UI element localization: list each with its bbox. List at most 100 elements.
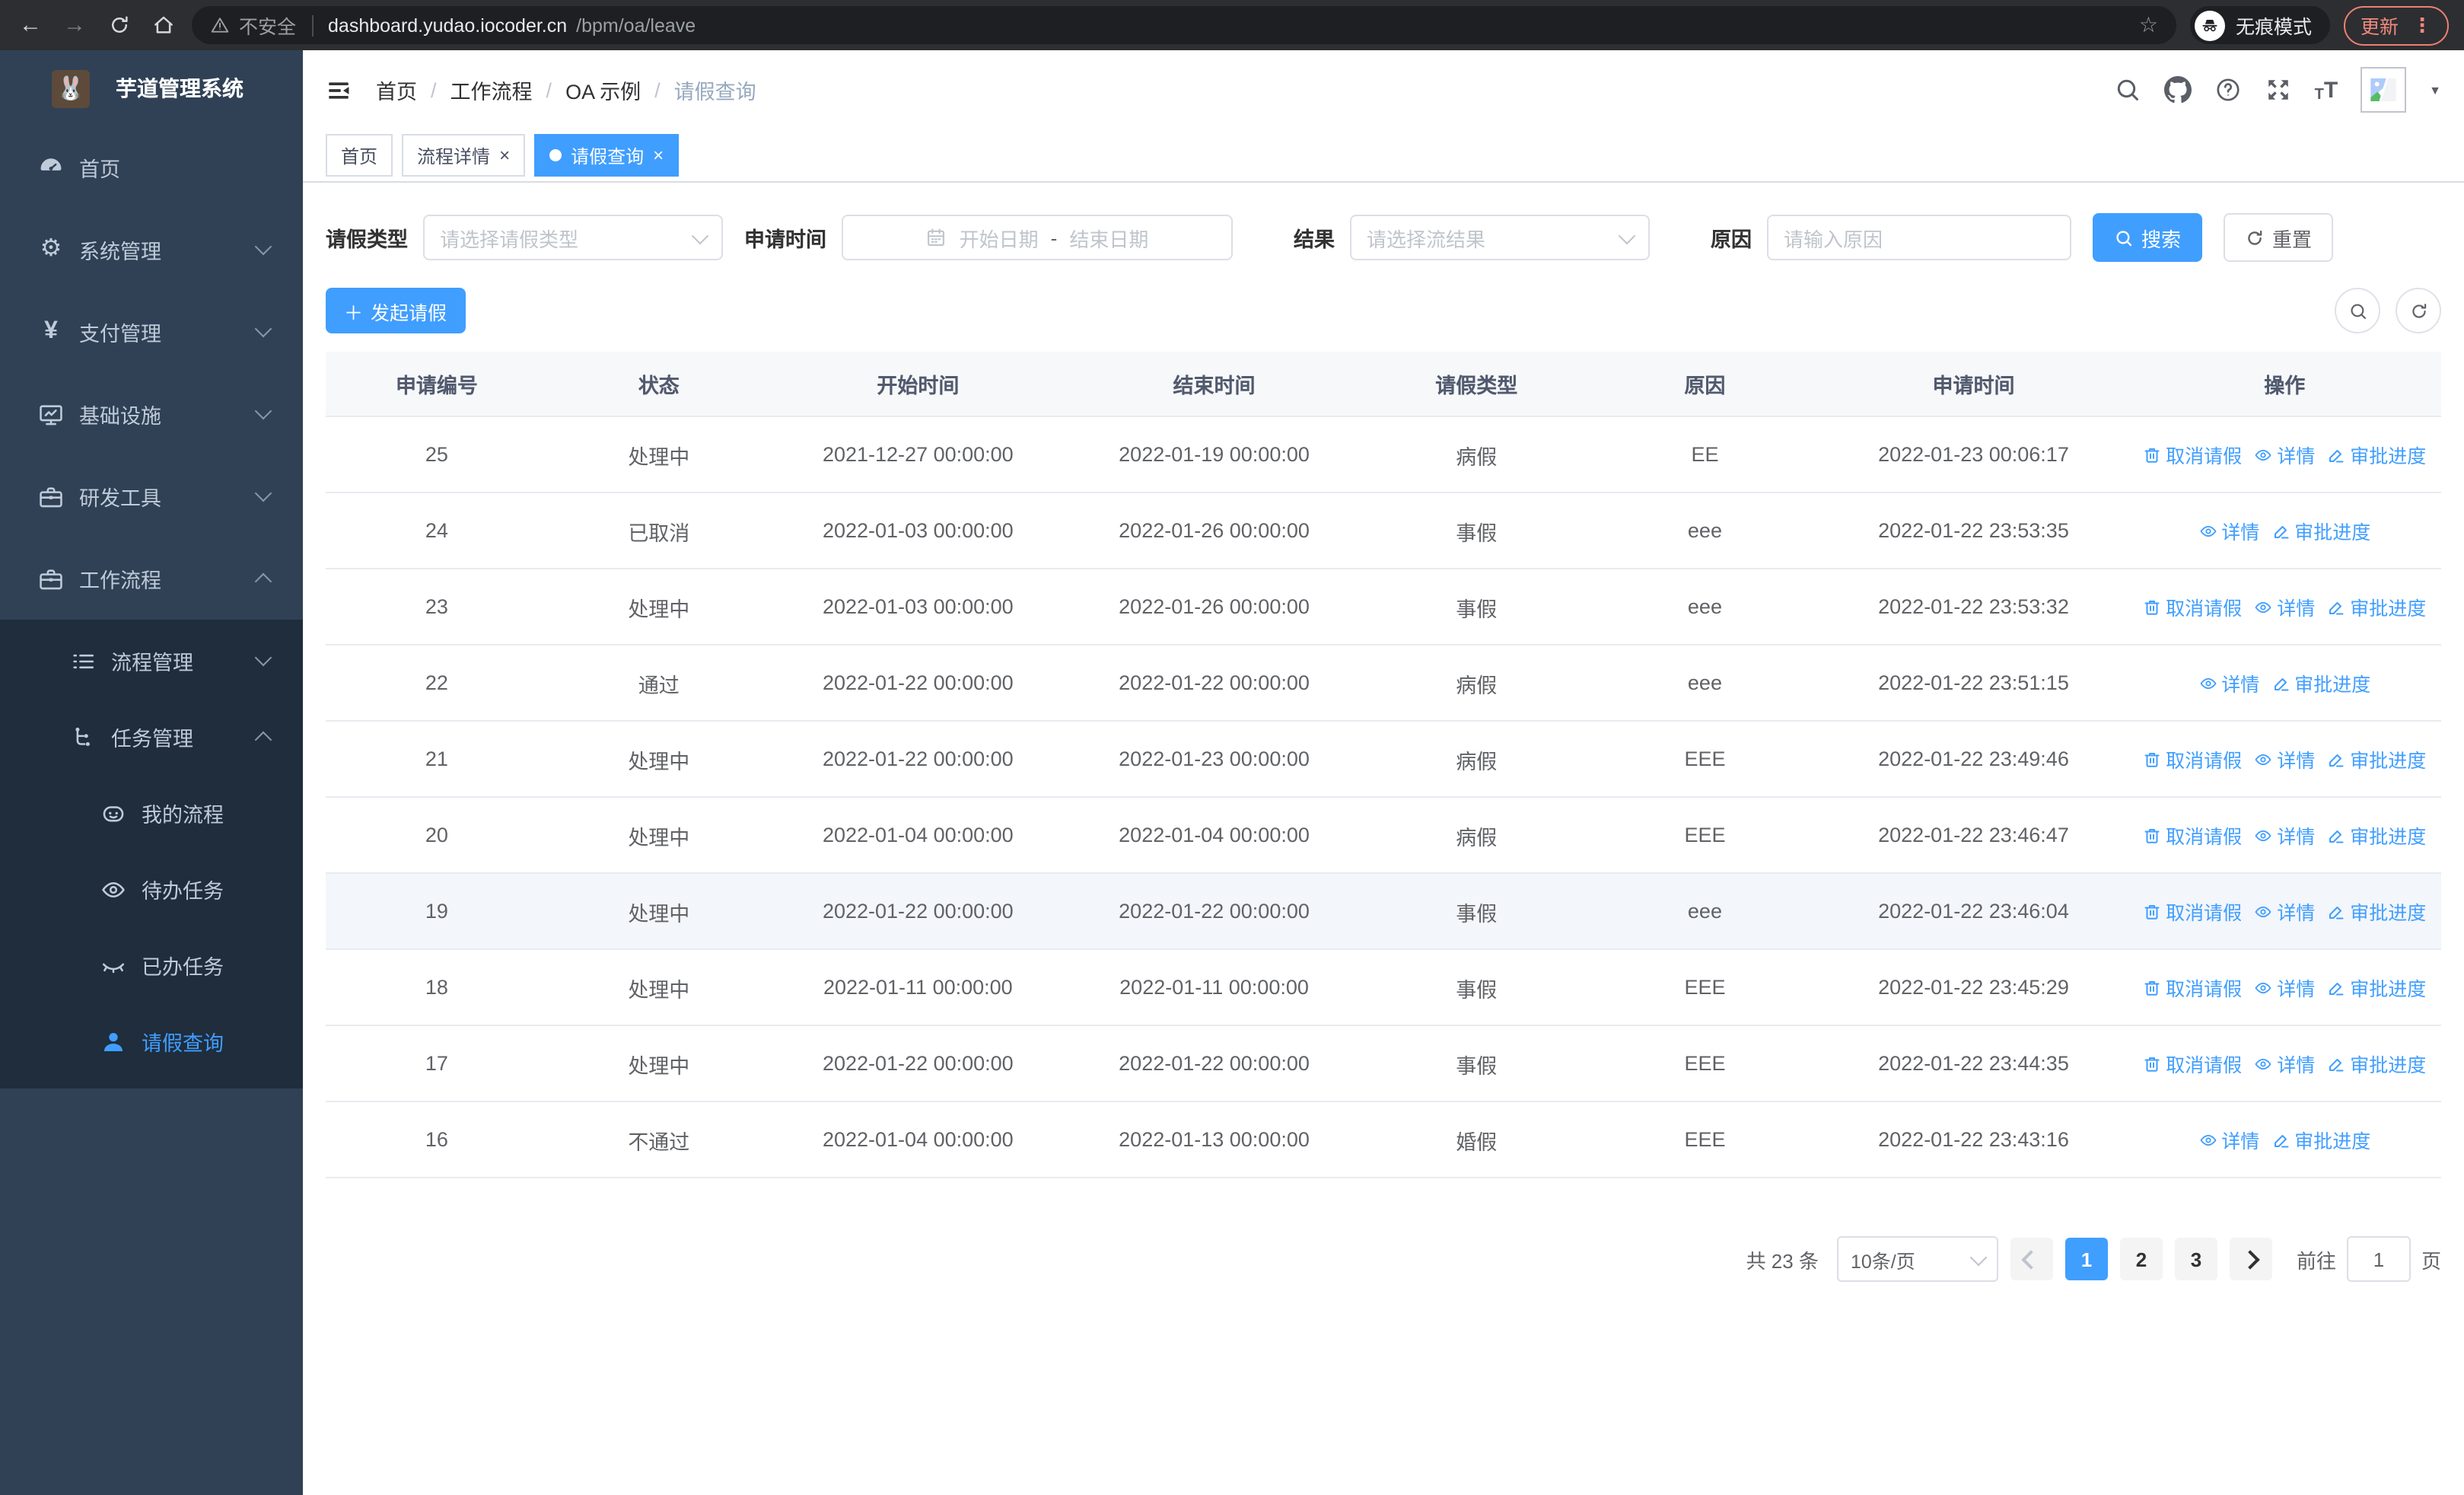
detail-link[interactable]: 详情 <box>2254 973 2315 1002</box>
home-icon[interactable] <box>148 10 178 40</box>
table-row: 19 处理中 2022-01-22 00:00:00 2022-01-22 00:00… <box>326 873 2441 950</box>
cancel-leave-link[interactable]: 取消请假 <box>2143 744 2242 773</box>
approval-progress-link[interactable]: 审批进度 <box>2327 973 2426 1002</box>
goto-page-input[interactable]: 1 <box>2346 1236 2411 1282</box>
table-row: 20 处理中 2022-01-04 00:00:00 2022-01-04 00:00… <box>326 797 2441 874</box>
approval-progress-link[interactable]: 审批进度 <box>2271 668 2370 697</box>
apply-time-range-picker[interactable]: 开始日期 - 结束日期 <box>842 215 1233 260</box>
cell-end: 2022-01-22 00:00:00 <box>1065 645 1363 722</box>
breadcrumb-item[interactable]: 工作流程 <box>450 75 533 105</box>
detail-link[interactable]: 详情 <box>2254 1049 2315 1078</box>
search-icon[interactable] <box>2114 76 2141 104</box>
user-menu-caret-icon[interactable]: ▼ <box>2429 83 2441 97</box>
sidebar-item-todo-tasks[interactable]: 待办任务 <box>0 851 303 927</box>
reason-input[interactable]: 请输入原因 <box>1767 215 2071 260</box>
apply-time-label: 申请时间 <box>744 228 826 251</box>
cell-start: 2022-01-11 00:00:00 <box>769 949 1066 1026</box>
detail-link[interactable]: 详情 <box>2198 668 2259 697</box>
reset-button[interactable]: 重置 <box>2224 213 2334 262</box>
tab-label: 首页 <box>341 145 378 167</box>
close-icon[interactable]: × <box>499 146 510 164</box>
cancel-leave-link[interactable]: 取消请假 <box>2143 897 2242 926</box>
plus-icon: ＋ <box>344 302 364 324</box>
sidebar-item-workflow[interactable]: 工作流程 <box>0 537 303 620</box>
page-size-select[interactable]: 10条/页 <box>1836 1236 1998 1282</box>
cancel-leave-link[interactable]: 取消请假 <box>2143 440 2242 469</box>
approval-progress-link[interactable]: 审批进度 <box>2327 1049 2426 1078</box>
approval-progress-link[interactable]: 审批进度 <box>2271 1125 2370 1154</box>
page-button-2[interactable]: 2 <box>2119 1238 2163 1280</box>
search-button[interactable]: 搜索 <box>2093 213 2203 262</box>
breadcrumb-item[interactable]: 首页 <box>376 75 417 105</box>
detail-link[interactable]: 详情 <box>2198 1125 2259 1154</box>
sidebar-item-label: 任务管理 <box>111 728 193 751</box>
page-button-3[interactable]: 3 <box>2174 1238 2217 1280</box>
cell-id: 23 <box>326 569 548 645</box>
cancel-leave-link[interactable]: 取消请假 <box>2143 973 2242 1002</box>
cancel-leave-link[interactable]: 取消请假 <box>2143 821 2242 850</box>
close-icon[interactable]: × <box>653 146 664 164</box>
cell-apply_time: 2022-01-22 23:51:15 <box>1819 645 2128 722</box>
action-label: 取消请假 <box>2166 979 2243 1000</box>
back-icon[interactable]: ← <box>15 10 46 40</box>
cancel-leave-link[interactable]: 取消请假 <box>2143 1049 2242 1078</box>
sidebar-item-process-mgmt[interactable]: 流程管理 <box>0 623 303 699</box>
sidebar-item-done-tasks[interactable]: 已办任务 <box>0 927 303 1003</box>
detail-link[interactable]: 详情 <box>2198 516 2259 545</box>
page-button-1[interactable]: 1 <box>2064 1238 2108 1280</box>
next-page-button[interactable] <box>2229 1238 2272 1280</box>
prev-page-button[interactable] <box>2010 1238 2053 1280</box>
cancel-leave-link[interactable]: 取消请假 <box>2143 592 2242 621</box>
detail-link[interactable]: 详情 <box>2254 744 2315 773</box>
approval-progress-link[interactable]: 审批进度 <box>2327 744 2426 773</box>
sidebar-item-my-process[interactable]: 我的流程 <box>0 775 303 851</box>
leave-type-select[interactable]: 请选择请假类型 <box>423 215 723 260</box>
tab-leave-query[interactable]: 请假查询 × <box>534 134 680 177</box>
approval-progress-link[interactable]: 审批进度 <box>2327 440 2426 469</box>
cell-start: 2022-01-22 00:00:00 <box>769 873 1066 950</box>
sidebar-item-payment[interactable]: ¥ 支付管理 <box>0 291 303 373</box>
sidebar-item-task-mgmt[interactable]: 任务管理 <box>0 699 303 775</box>
app-title: 芋道管理系统 <box>116 76 244 100</box>
sidebar-item-leave-query[interactable]: 请假查询 <box>0 1003 303 1079</box>
result-select[interactable]: 请选择流结果 <box>1350 215 1650 260</box>
font-size-icon[interactable]: TT <box>2315 77 2338 103</box>
sidebar-item-label: 我的流程 <box>142 804 224 827</box>
breadcrumb-item[interactable]: OA 示例 <box>565 75 641 105</box>
approval-progress-link[interactable]: 审批进度 <box>2327 821 2426 850</box>
not-secure-warning-icon[interactable] <box>210 15 230 35</box>
cell-start: 2022-01-04 00:00:00 <box>769 1101 1066 1178</box>
avatar[interactable] <box>2361 67 2407 113</box>
sidebar-item-system[interactable]: ⚙ 系统管理 <box>0 209 303 291</box>
logo-row[interactable]: 🐰 芋道管理系统 <box>0 50 303 126</box>
sidebar-item-dev-tools[interactable]: 研发工具 <box>0 455 303 537</box>
help-icon[interactable] <box>2214 76 2242 104</box>
update-button[interactable]: 更新 ⋮ <box>2343 5 2449 45</box>
detail-link[interactable]: 详情 <box>2254 821 2315 850</box>
create-leave-button[interactable]: ＋ 发起请假 <box>326 288 466 333</box>
approval-progress-link[interactable]: 审批进度 <box>2327 897 2426 926</box>
browser-menu-icon[interactable]: ⋮ <box>2412 13 2432 37</box>
tab-bar: 首页 流程详情 × 请假查询 × <box>303 129 2464 183</box>
search-icon <box>2114 228 2134 247</box>
fullscreen-icon[interactable] <box>2265 76 2292 104</box>
tab-home[interactable]: 首页 <box>326 134 393 177</box>
sidebar-item-infrastructure[interactable]: 基础设施 <box>0 373 303 455</box>
collapse-sidebar-icon[interactable] <box>326 77 352 103</box>
refresh-table-button[interactable] <box>2396 288 2441 333</box>
sidebar-item-home[interactable]: 首页 <box>0 126 303 209</box>
approval-progress-link[interactable]: 审批进度 <box>2271 516 2370 545</box>
eye-icon <box>2254 826 2272 844</box>
detail-link[interactable]: 详情 <box>2254 897 2315 926</box>
cell-reason: eee <box>1590 645 1819 722</box>
reload-icon[interactable] <box>103 10 134 40</box>
address-bar[interactable]: 不安全 dashboard.yudao.iocoder.cn/bpm/oa/le… <box>192 6 2176 44</box>
detail-link[interactable]: 详情 <box>2254 592 2315 621</box>
approval-progress-link[interactable]: 审批进度 <box>2327 592 2426 621</box>
bookmark-star-icon[interactable]: ☆ <box>2139 12 2158 38</box>
github-icon[interactable] <box>2163 76 2192 104</box>
detail-link[interactable]: 详情 <box>2254 440 2315 469</box>
toggle-search-button[interactable] <box>2335 288 2380 333</box>
tab-process-detail[interactable]: 流程详情 × <box>402 134 526 177</box>
forward-icon[interactable]: → <box>59 10 90 40</box>
